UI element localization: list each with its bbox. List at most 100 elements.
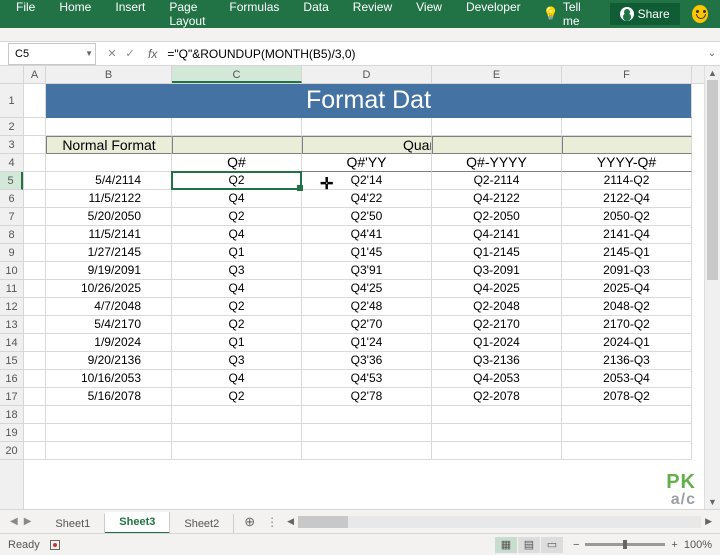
row-header-4[interactable]: 4 [0,154,23,172]
cell-F5[interactable]: 2114-Q2 [562,172,692,190]
column-header-C[interactable]: C [172,66,302,83]
cell-B20[interactable] [46,442,172,460]
cell-E6[interactable]: Q4-2122 [432,190,562,208]
cell-D3[interactable]: Quarter Format [302,136,432,154]
cell-A10[interactable] [24,262,46,280]
ribbon-tab-insert[interactable]: Insert [103,0,157,34]
cell-E1[interactable] [432,84,562,118]
cell-F2[interactable] [562,118,692,136]
cell-F14[interactable]: 2024-Q1 [562,334,692,352]
cell-D7[interactable]: Q2'50 [302,208,432,226]
row-header-6[interactable]: 6 [0,190,23,208]
cell-D2[interactable] [302,118,432,136]
page-break-view-button[interactable]: ▭ [541,537,563,553]
sheet-nav-last-icon[interactable]: ▶ [24,516,32,527]
row-header-5[interactable]: 5 [0,172,23,190]
cell-A7[interactable] [24,208,46,226]
cell-F6[interactable]: 2122-Q4 [562,190,692,208]
row-header-3[interactable]: 3 [0,136,23,154]
cell-A5[interactable] [24,172,46,190]
cell-E3[interactable] [432,136,562,154]
ribbon-tab-page-layout[interactable]: Page Layout [157,0,217,34]
row-header-2[interactable]: 2 [0,118,23,136]
cell-E15[interactable]: Q3-2136 [432,352,562,370]
scroll-down-icon[interactable]: ▼ [705,495,720,509]
cell-C2[interactable] [172,118,302,136]
cell-B15[interactable]: 9/20/2136 [46,352,172,370]
cell-E20[interactable] [432,442,562,460]
cell-F17[interactable]: 2078-Q2 [562,388,692,406]
sheet-tab-sheet2[interactable]: Sheet2 [170,514,234,534]
cell-B9[interactable]: 1/27/2145 [46,244,172,262]
sheet-tab-sheet3[interactable]: Sheet3 [105,512,170,534]
cell-B10[interactable]: 9/19/2091 [46,262,172,280]
cell-E11[interactable]: Q4-2025 [432,280,562,298]
cell-F15[interactable]: 2136-Q3 [562,352,692,370]
cell-A4[interactable] [24,154,46,172]
select-all-corner[interactable] [0,66,23,84]
zoom-out-button[interactable]: − [573,539,579,551]
cell-A13[interactable] [24,316,46,334]
fx-icon[interactable]: fx [142,47,163,61]
expand-formula-icon[interactable]: ⌄ [704,48,720,59]
macro-record-icon[interactable] [50,540,60,550]
cell-A15[interactable] [24,352,46,370]
cell-E12[interactable]: Q2-2048 [432,298,562,316]
cell-C4[interactable]: Q# [172,154,302,172]
row-header-7[interactable]: 7 [0,208,23,226]
cell-C5[interactable]: Q2 [172,172,302,190]
row-header-8[interactable]: 8 [0,226,23,244]
cell-E17[interactable]: Q2-2078 [432,388,562,406]
cell-D14[interactable]: Q1'24 [302,334,432,352]
cell-A11[interactable] [24,280,46,298]
share-button[interactable]: Share [610,3,680,25]
cell-D1[interactable]: Format Dates as Yearly Quarters [302,84,432,118]
row-header-10[interactable]: 10 [0,262,23,280]
cell-D18[interactable] [302,406,432,424]
row-header-18[interactable]: 18 [0,406,23,424]
cell-A6[interactable] [24,190,46,208]
ribbon-tab-review[interactable]: Review [341,0,404,34]
row-header-17[interactable]: 17 [0,388,23,406]
cell-D9[interactable]: Q1'45 [302,244,432,262]
cell-A20[interactable] [24,442,46,460]
cell-E18[interactable] [432,406,562,424]
cell-C14[interactable]: Q1 [172,334,302,352]
scroll-up-icon[interactable]: ▲ [705,66,720,80]
row-header-15[interactable]: 15 [0,352,23,370]
cell-D11[interactable]: Q4'25 [302,280,432,298]
cell-A16[interactable] [24,370,46,388]
cell-B11[interactable]: 10/26/2025 [46,280,172,298]
page-layout-view-button[interactable]: ▤ [518,537,540,553]
cell-C17[interactable]: Q2 [172,388,302,406]
cell-C7[interactable]: Q2 [172,208,302,226]
cell-C16[interactable]: Q4 [172,370,302,388]
cell-F12[interactable]: 2048-Q2 [562,298,692,316]
row-header-13[interactable]: 13 [0,316,23,334]
cell-F1[interactable] [562,84,692,118]
ribbon-tab-file[interactable]: File [4,0,47,34]
column-header-E[interactable]: E [432,66,562,83]
name-box[interactable]: C5▼ [8,43,96,65]
cell-F8[interactable]: 2141-Q4 [562,226,692,244]
cell-F13[interactable]: 2170-Q2 [562,316,692,334]
cell-C8[interactable]: Q4 [172,226,302,244]
row-header-20[interactable]: 20 [0,442,23,460]
cell-D15[interactable]: Q3'36 [302,352,432,370]
cell-A18[interactable] [24,406,46,424]
cell-A17[interactable] [24,388,46,406]
cell-F20[interactable] [562,442,692,460]
cell-B19[interactable] [46,424,172,442]
cell-E7[interactable]: Q2-2050 [432,208,562,226]
cell-A2[interactable] [24,118,46,136]
ribbon-tab-data[interactable]: Data [291,0,340,34]
row-header-19[interactable]: 19 [0,424,23,442]
cell-D13[interactable]: Q2'70 [302,316,432,334]
ribbon-tab-view[interactable]: View [404,0,454,34]
sheet-nav-first-icon[interactable]: ◀ [10,516,18,527]
scroll-thumb[interactable] [707,80,718,280]
cell-E4[interactable]: Q#-YYYY [432,154,562,172]
cell-A12[interactable] [24,298,46,316]
cell-C6[interactable]: Q4 [172,190,302,208]
cell-D20[interactable] [302,442,432,460]
